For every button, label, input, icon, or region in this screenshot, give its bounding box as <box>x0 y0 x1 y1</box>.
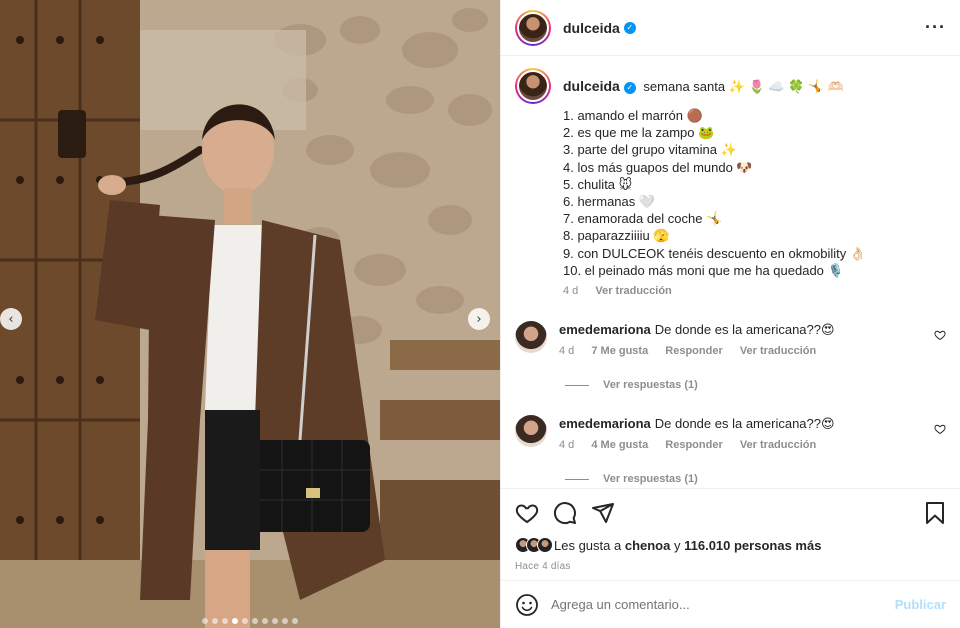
emoji-icon[interactable] <box>515 593 539 617</box>
comment-avatar[interactable] <box>515 415 547 448</box>
carousel-dot <box>272 618 278 624</box>
view-replies-button[interactable]: Ver respuestas (1) <box>565 379 946 391</box>
next-icon[interactable]: › <box>468 308 490 330</box>
caption-title: semana santa ✨ 🌷 ☁️ 🍀 🤸 🫶🏻 <box>643 79 844 94</box>
caption: dulceida ✓ semana santa ✨ 🌷 ☁️ 🍀 🤸 🫶🏻 1. … <box>515 68 946 297</box>
more-icon[interactable]: ··· <box>925 17 946 38</box>
verified-icon: ✓ <box>623 81 636 94</box>
list-item: 5. chulita 🐭 <box>563 176 633 192</box>
carousel-dot <box>252 618 258 624</box>
comment-likes[interactable]: 7 Me gusta <box>591 345 648 357</box>
likes-count[interactable]: 116.010 personas más <box>684 538 821 553</box>
carousel-dot <box>282 618 288 624</box>
caption-avatar[interactable] <box>515 68 551 104</box>
liker-avatars[interactable] <box>515 537 553 553</box>
list-item: 7. enamorada del coche 🤸 <box>563 211 723 227</box>
likes-joiner: y <box>673 537 681 553</box>
comment-username[interactable]: emedemariona <box>559 416 651 431</box>
comments-section[interactable]: dulceida ✓ semana santa ✨ 🌷 ☁️ 🍀 🤸 🫶🏻 1. … <box>501 56 960 488</box>
carousel-dot <box>212 618 218 624</box>
caption-username[interactable]: dulceida <box>563 78 620 94</box>
translate-link[interactable]: Ver traducción <box>740 439 816 451</box>
heart-icon[interactable] <box>515 501 539 525</box>
caption-time: 4 d <box>563 285 579 298</box>
comment-input[interactable] <box>551 597 895 612</box>
header-username[interactable]: dulceida <box>563 20 620 36</box>
likes-summary: Les gusta a chenoa y 116.010 personas má… <box>515 537 946 553</box>
avatar[interactable] <box>515 9 551 46</box>
comment-avatar[interactable] <box>515 321 547 354</box>
reply-button[interactable]: Responder <box>665 345 722 357</box>
carousel-dot <box>222 618 228 624</box>
comment-heart-icon[interactable] <box>934 423 946 435</box>
post-photo[interactable]: ‹ › <box>0 0 500 628</box>
list-item: 4. los más guapos del mundo 🐶 <box>563 159 753 175</box>
post-side-panel: dulceida ✓ ··· dulceida ✓ semana santa ✨ … <box>500 0 960 628</box>
publish-button[interactable]: Publicar <box>895 597 946 612</box>
comment-heart-icon[interactable] <box>934 329 946 341</box>
comment-text: De donde es la americana??😍 <box>654 416 835 432</box>
comment-time: 4 d <box>559 345 575 358</box>
list-item: 8. paparazziiiiu 🫣 <box>563 228 670 244</box>
carousel-dot <box>262 618 268 624</box>
list-item: 1. amando el marrón 🟤 <box>563 108 703 123</box>
comment-likes[interactable]: 4 Me gusta <box>591 439 648 451</box>
carousel-dot <box>292 618 298 624</box>
caption-translate-link[interactable]: Ver traducción <box>595 285 671 297</box>
add-comment-bar: Publicar <box>501 580 960 628</box>
comment-text: De donde es la americana??😍 <box>654 322 835 338</box>
likes-prefix: Les gusta a <box>554 537 622 553</box>
view-replies-label[interactable]: Ver respuestas (1) <box>603 473 698 485</box>
carousel-dot <box>232 618 238 624</box>
list-item: 6. hermanas 🤍 <box>563 194 656 210</box>
list-item: 3. parte del grupo vitamina ✨ <box>563 142 737 158</box>
caption-meta: 4 d Ver traducción <box>563 285 946 297</box>
action-bar: Les gusta a chenoa y 116.010 personas má… <box>501 488 960 580</box>
comment-item: emedemariona De donde es la americana??😍 … <box>515 321 946 357</box>
caption-list: 1. amando el marrón 🟤 2. es que me la za… <box>563 107 946 279</box>
share-icon[interactable] <box>591 501 615 525</box>
reply-button[interactable]: Responder <box>665 439 722 451</box>
translate-link[interactable]: Ver traducción <box>740 345 816 357</box>
comment-username[interactable]: emedemariona <box>559 322 651 337</box>
comment-time: 4 d <box>559 439 575 452</box>
list-item: 10. el peinado más moni que me ha quedad… <box>563 262 844 278</box>
post-header: dulceida ✓ ··· <box>501 0 960 56</box>
verified-icon: ✓ <box>623 21 636 34</box>
photo-illustration <box>0 0 500 628</box>
carousel-dots <box>0 618 500 624</box>
view-replies-label[interactable]: Ver respuestas (1) <box>603 379 698 391</box>
post-date[interactable]: Hace 4 días <box>515 561 946 572</box>
likes-user[interactable]: chenoa <box>625 538 671 553</box>
bookmark-icon[interactable] <box>924 501 946 525</box>
list-item: 2. es que me la zampo 🐸 <box>563 125 715 141</box>
list-item: 9. con DULCEOK tenéis descuento en okmob… <box>563 245 867 261</box>
carousel-dot <box>202 618 208 624</box>
carousel-dot <box>242 618 248 624</box>
comment-item: emedemariona De donde es la americana??😍 … <box>515 415 946 451</box>
prev-icon[interactable]: ‹ <box>0 308 22 330</box>
view-replies-button[interactable]: Ver respuestas (1) <box>565 473 946 485</box>
comment-icon[interactable] <box>553 501 577 525</box>
